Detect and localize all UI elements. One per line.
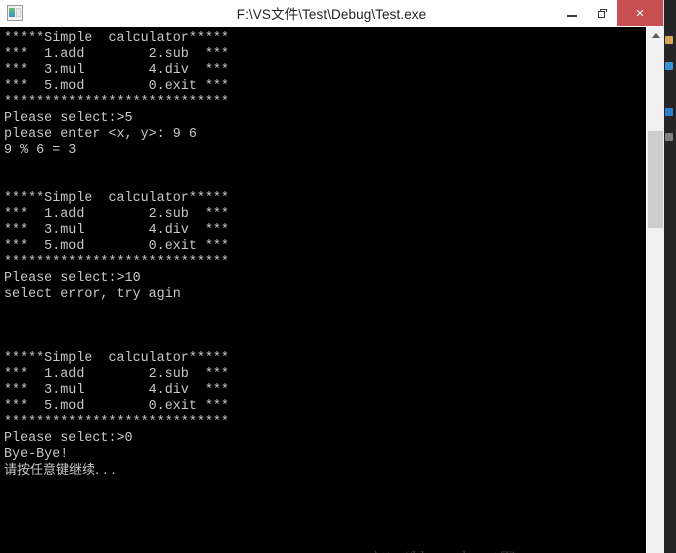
restore-button[interactable] — [587, 0, 617, 26]
console-line: *** 1.add 2.sub *** — [4, 47, 229, 62]
console-line: please enter <x, y>: 9 6 — [4, 127, 197, 142]
console-line: 请按任意键继续. . . — [4, 463, 116, 478]
console-output[interactable]: *****Simple calculator***** *** 1.add 2.s… — [0, 27, 646, 553]
blog-watermark: http://blog.csdn.net/Tianzez — [374, 549, 552, 553]
console-line: *** 1.add 2.sub *** — [4, 207, 229, 222]
console-line: *****Simple calculator***** — [4, 31, 229, 46]
background-app-icon[interactable] — [665, 36, 673, 44]
title-bar[interactable]: F:\VS文件\Test\Debug\Test.exe × — [0, 0, 663, 26]
console-line: 9 % 6 = 3 — [4, 143, 77, 158]
scroll-up-arrow[interactable] — [647, 27, 664, 44]
chevron-up-icon — [651, 33, 660, 38]
console-app-icon — [7, 5, 23, 21]
restore-icon — [597, 8, 607, 18]
minimize-button[interactable] — [557, 0, 587, 26]
background-app-icon[interactable] — [665, 133, 673, 141]
console-line: *** 5.mod 0.exit *** — [4, 79, 229, 94]
console-body: *****Simple calculator***** *** 1.add 2.s… — [0, 27, 664, 553]
close-button[interactable]: × — [617, 0, 663, 26]
console-line: select error, try agin — [4, 287, 181, 302]
console-line: Please select:>0 — [4, 431, 133, 446]
console-line: *** 5.mod 0.exit *** — [4, 239, 229, 254]
console-line: *****Simple calculator***** — [4, 191, 229, 206]
background-app-icon[interactable] — [665, 108, 673, 116]
console-line: **************************** — [4, 255, 229, 270]
vertical-scrollbar[interactable] — [646, 27, 664, 553]
console-line: *** 5.mod 0.exit *** — [4, 399, 229, 414]
console-line: Please select:>5 — [4, 111, 133, 126]
background-app-icon[interactable] — [665, 62, 673, 70]
console-line: *****Simple calculator***** — [4, 351, 229, 366]
console-line: *** 3.mul 4.div *** — [4, 63, 229, 78]
console-line: *** 3.mul 4.div *** — [4, 223, 229, 238]
console-line: **************************** — [4, 415, 229, 430]
window-controls: × — [557, 0, 663, 26]
close-icon: × — [635, 4, 645, 22]
console-line: *** 1.add 2.sub *** — [4, 367, 229, 382]
scroll-thumb[interactable] — [648, 131, 663, 228]
minimize-icon — [567, 15, 577, 17]
console-line: Bye-Bye! — [4, 447, 69, 462]
console-line: *** 3.mul 4.div *** — [4, 383, 229, 398]
console-line: **************************** — [4, 95, 229, 110]
console-line: Please select:>10 — [4, 271, 141, 286]
console-window: F:\VS文件\Test\Debug\Test.exe × *****Simpl… — [0, 0, 664, 553]
